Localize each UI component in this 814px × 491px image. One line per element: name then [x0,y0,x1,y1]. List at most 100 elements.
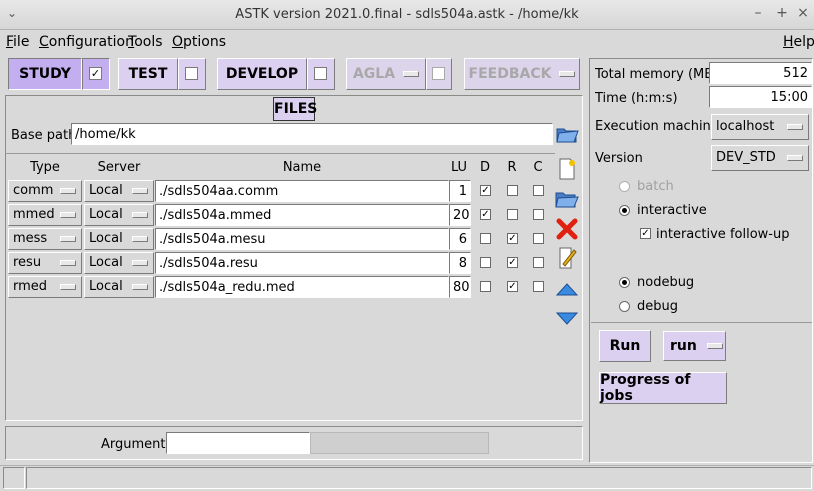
mode-develop-checkbox-area[interactable] [307,58,335,90]
window-titlebar: ⌄ ASTK version 2021.0.final - sdls504a.a… [0,0,814,30]
base-path-field[interactable]: /home/kk [71,123,553,145]
dropdown-arrow-icon [60,284,76,290]
version-label: Version [595,151,643,166]
type-value: mess [13,231,48,246]
c-checkbox[interactable] [533,257,544,268]
mode-agla-checkbox-area[interactable] [426,58,452,90]
dropdown-arrow-icon [132,212,148,218]
server-value: Local [89,207,123,222]
type-select[interactable]: rmed [8,276,82,298]
mode-develop-button[interactable]: DEVELOP [217,58,307,90]
interactive-label: interactive [637,203,707,218]
version-select[interactable]: DEV_STD [711,145,809,171]
minimize-button[interactable]: – [750,5,766,21]
run-mode-select[interactable]: run [663,331,726,361]
progress-of-jobs-label: Progress of jobs [600,372,691,404]
menu-configuration[interactable]: Configuration [39,34,134,50]
total-memory-field[interactable]: 512 [709,62,812,84]
r-checkbox[interactable]: ✓ [507,257,518,268]
file-name-field[interactable]: ./sdls504a_redu.med [155,276,449,298]
d-checkbox[interactable]: ✓ [480,209,491,220]
mode-study-button[interactable]: STUDY [8,58,82,90]
lu-field[interactable]: 1 [449,180,471,202]
type-value: rmed [13,279,48,294]
delete-icon[interactable] [555,217,579,241]
server-select[interactable]: Local [84,228,154,250]
menu-help[interactable]: Help [783,34,814,50]
mode-test-checkbox-area[interactable] [178,58,206,90]
col-name-header: Name [282,160,322,175]
move-up-icon[interactable] [555,277,579,301]
lu-field[interactable]: 20 [449,204,471,226]
time-field[interactable]: 15:00 [709,86,812,108]
d-checkbox[interactable]: ✓ [480,185,491,196]
nodebug-radio[interactable] [619,277,630,288]
interactive-followup-checkbox[interactable]: ✓ [640,228,651,239]
r-checkbox[interactable]: ✓ [507,281,518,292]
window-title: ASTK version 2021.0.final - sdls504a.ast… [235,7,579,22]
lu-field[interactable]: 80 [449,276,471,298]
r-checkbox[interactable] [507,209,518,220]
mode-agla-label: AGLA [352,66,396,82]
arguments-scroll-area [310,432,489,454]
file-name-field[interactable]: ./sdls504a.mesu [155,228,449,250]
file-name-field[interactable]: ./sdls504aa.comm [155,180,449,202]
exec-machine-select[interactable]: localhost [711,114,809,140]
move-down-icon[interactable] [555,307,579,331]
file-name-field[interactable]: ./sdls504a.resu [155,252,449,274]
time-label: Time (h:m:s) [595,91,678,106]
test-checkbox[interactable] [185,67,198,80]
batch-radio[interactable] [619,181,630,192]
menu-tools[interactable]: Tools [128,34,163,50]
menu-file[interactable]: File [6,34,29,50]
mode-feedback-button[interactable]: FEEDBACK [464,58,580,90]
d-checkbox[interactable] [480,233,491,244]
c-checkbox[interactable] [533,233,544,244]
agla-checkbox[interactable] [432,67,445,80]
browse-folder-icon[interactable] [555,122,579,146]
d-checkbox[interactable] [480,281,491,292]
progress-of-jobs-button[interactable]: Progress of jobs [599,372,727,404]
type-select[interactable]: mess [8,228,82,250]
arguments-field[interactable] [166,432,310,454]
type-select[interactable]: mmed [8,204,82,226]
run-mode-value: run [670,338,697,354]
server-select[interactable]: Local [84,276,154,298]
server-select[interactable]: Local [84,252,154,274]
new-file-icon[interactable] [555,157,579,181]
dropdown-arrow-icon [132,260,148,266]
type-value: resu [13,255,42,270]
settings-divider [591,322,812,323]
r-checkbox[interactable]: ✓ [507,233,518,244]
file-name-field[interactable]: ./sdls504a.mmed [155,204,449,226]
type-value: comm [13,183,54,198]
server-value: Local [89,231,123,246]
dropdown-arrow-icon [559,71,576,77]
maximize-button[interactable]: + [774,5,790,21]
debug-radio[interactable] [619,301,630,312]
edit-icon[interactable] [555,246,579,270]
server-value: Local [89,255,123,270]
close-button[interactable]: × [795,5,811,21]
mode-study-checkbox-area[interactable]: ✓ [82,58,110,90]
type-select[interactable]: resu [8,252,82,274]
menu-options[interactable]: Options [172,34,226,50]
c-checkbox[interactable] [533,281,544,292]
c-checkbox[interactable] [533,185,544,196]
run-button[interactable]: Run [599,330,651,362]
files-title: FILES [273,97,317,121]
develop-checkbox[interactable] [314,67,327,80]
interactive-radio[interactable] [619,205,630,216]
r-checkbox[interactable] [507,185,518,196]
c-checkbox[interactable] [533,209,544,220]
mode-test-button[interactable]: TEST [118,58,178,90]
mode-agla-button[interactable]: AGLA [346,58,426,90]
open-folder-icon[interactable] [555,187,579,211]
lu-field[interactable]: 8 [449,252,471,274]
d-checkbox[interactable] [480,257,491,268]
server-select[interactable]: Local [84,204,154,226]
type-select[interactable]: comm [8,180,82,202]
lu-field[interactable]: 6 [449,228,471,250]
study-checkbox[interactable]: ✓ [89,67,102,80]
server-select[interactable]: Local [84,180,154,202]
